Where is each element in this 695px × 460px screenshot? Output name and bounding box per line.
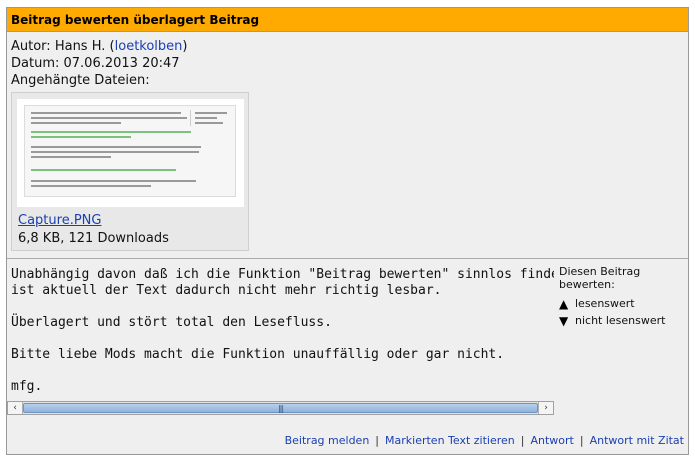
- scroll-right-arrow-icon[interactable]: ›: [538, 402, 553, 414]
- forum-post: Beitrag bewerten überlagert Beitrag Auto…: [6, 7, 689, 455]
- post-body-line: [11, 299, 554, 315]
- post-body-line: Überlagert und stört total den Lesefluss…: [11, 315, 332, 330]
- rate-up-button[interactable]: ▲ lesenswert: [559, 295, 688, 312]
- attachment-thumbnail[interactable]: [17, 99, 244, 207]
- thumbnail-image: [24, 105, 236, 197]
- post-meta: Autor: Hans H. (loetkolben) Datum: 07.06…: [11, 38, 187, 89]
- attachment-filename-link[interactable]: Capture.PNG: [18, 213, 101, 228]
- rating-box: Diesen Beitrag bewerten: ▲ lesenswert ▼ …: [559, 265, 688, 329]
- scroll-left-arrow-icon[interactable]: ‹: [8, 402, 23, 414]
- post-date: 07.06.2013 20:47: [63, 56, 180, 71]
- date-row: Datum: 07.06.2013 20:47: [11, 55, 187, 72]
- date-label: Datum:: [11, 56, 60, 71]
- rate-down-button[interactable]: ▼ nicht lesenswert: [559, 312, 688, 329]
- author-label: Autor:: [11, 39, 51, 54]
- post-body-text: Unabhängig davon daß ich die Funktion "B…: [7, 259, 554, 395]
- scrollbar-grip-icon: |||: [277, 404, 284, 413]
- post-body-line: Unabhängig davon daß ich die Funktion "B…: [11, 267, 554, 282]
- post-actions: Beitrag melden | Markierten Text zitieren |…: [284, 434, 684, 447]
- attachments-label: Angehängte Dateien:: [11, 73, 150, 88]
- rating-title: Diesen Beitrag bewerten:: [559, 265, 641, 291]
- rate-down-label: nicht lesenswert: [575, 314, 666, 327]
- attachment-info: 6,8 KB, 121 Downloads: [18, 231, 169, 246]
- report-post-link[interactable]: Beitrag melden: [285, 434, 370, 447]
- post-body-line: ist aktuell der Text dadurch nicht mehr …: [11, 283, 442, 298]
- post-body-line: Bitte liebe Mods macht die Funktion unau…: [11, 347, 505, 362]
- author-name: Hans H.: [54, 39, 106, 54]
- post-body: Unabhängig davon daß ich die Funktion "B…: [7, 259, 554, 397]
- horizontal-scrollbar[interactable]: ‹ ||| ›: [7, 401, 554, 415]
- author-row: Autor: Hans H. (loetkolben): [11, 39, 188, 54]
- post-body-line: [11, 331, 554, 347]
- scrollbar-thumb[interactable]: |||: [23, 403, 538, 413]
- triangle-down-icon: ▼: [559, 313, 569, 328]
- attachment-box: Capture.PNG 6,8 KB, 121 Downloads: [11, 92, 249, 251]
- triangle-up-icon: ▲: [559, 296, 569, 311]
- reply-link[interactable]: Antwort: [530, 434, 573, 447]
- post-title: Beitrag bewerten überlagert Beitrag: [7, 8, 688, 32]
- reply-with-quote-link[interactable]: Antwort mit Zitat: [590, 434, 684, 447]
- author-username-link[interactable]: loetkolben: [115, 39, 183, 54]
- post-body-line: mfg.: [11, 379, 43, 394]
- post-body-line: [11, 363, 554, 379]
- quote-selected-link[interactable]: Markierten Text zitieren: [385, 434, 515, 447]
- rate-up-label: lesenswert: [575, 297, 635, 310]
